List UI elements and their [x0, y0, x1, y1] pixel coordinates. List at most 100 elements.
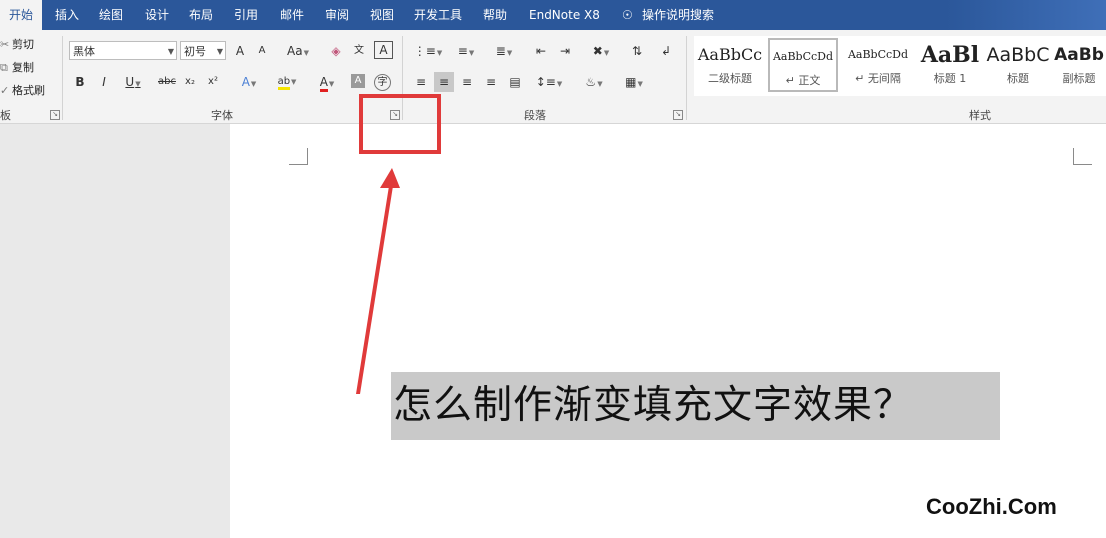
bold-icon: B [75, 75, 85, 89]
clear-formatting-button[interactable]: ◈ [327, 41, 345, 61]
tab-endnote[interactable]: EndNote X8 [529, 0, 600, 30]
strikethrough-button[interactable]: abc [157, 72, 177, 92]
align-center-button[interactable]: ≡ [434, 72, 454, 92]
brush-icon: ✓ [0, 84, 10, 97]
style-name: 标题 1 [933, 72, 967, 85]
chevron-down-icon: ▼ [603, 49, 610, 57]
distributed-button[interactable]: ▤ [506, 72, 524, 92]
phonetic-guide-icon: 文 [354, 45, 364, 56]
tab-mailings[interactable]: 邮件 [280, 0, 304, 30]
align-left-icon: ≡ [415, 75, 427, 89]
eraser-icon: ◈ [331, 44, 341, 58]
font-family-value: 黑体 [73, 45, 95, 58]
page-corner-mark [289, 148, 308, 165]
style-no-spacing[interactable]: AaBbCcDd ↵ 无间隔 [842, 38, 914, 92]
styles-gallery: AaBbCc 二级标题 AaBbCcDd ↵ 正文 AaBbCcDd ↵ 无间隔 Aa… [694, 36, 1106, 96]
phonetic-guide-button[interactable]: 文 [350, 41, 368, 61]
style-name: 二级标题 [708, 72, 752, 85]
ribbon-tab-bar: 开始 插入 绘图 设计 布局 引用 邮件 审阅 视图 开发工具 帮助 EndNo… [0, 0, 1106, 30]
style-preview: AaBl [920, 42, 980, 68]
paragraph-dialog-launcher[interactable]: ↘ [673, 110, 683, 120]
format-painter-button[interactable]: ✓ 格式刷 [0, 82, 45, 98]
decrease-indent-button[interactable]: ⇤ [532, 41, 550, 61]
style-name: 副标题 [1062, 72, 1096, 85]
superscript-icon: x² [208, 76, 218, 87]
italic-button[interactable]: I [96, 72, 112, 92]
tell-me-search[interactable]: ☉ 操作说明搜索 [622, 0, 714, 30]
decrease-indent-icon: ⇤ [535, 44, 547, 58]
shading-button[interactable]: ♨▼ [578, 72, 610, 92]
borders-icon: ▦ [625, 75, 637, 89]
character-shading-button[interactable]: A [351, 74, 365, 88]
tab-home[interactable]: 开始 [0, 0, 42, 30]
superscript-button[interactable]: x² [205, 72, 221, 92]
justify-button[interactable]: ≡ [482, 72, 500, 92]
show-marks-button[interactable]: ↲ [656, 41, 676, 61]
style-name: ↵ 正文 [785, 74, 821, 87]
tab-insert[interactable]: 插入 [55, 0, 79, 30]
chinese-layout-icon: ✖ [592, 44, 603, 58]
grow-font-button[interactable]: A [232, 41, 248, 61]
text-effects-button[interactable]: A▼ [234, 72, 264, 92]
tab-review[interactable]: 审阅 [325, 0, 349, 30]
numbering-button[interactable]: ≡▼ [450, 41, 482, 61]
chinese-layout-button[interactable]: ✖▼ [586, 41, 616, 61]
chevron-down-icon: ▼ [597, 80, 603, 88]
tab-references[interactable]: 引用 [234, 0, 258, 30]
tab-help[interactable]: 帮助 [483, 0, 507, 30]
highlight-icon: ab [277, 76, 291, 90]
shrink-font-button[interactable]: A [255, 41, 269, 61]
tab-draw[interactable]: 绘图 [99, 0, 123, 30]
change-case-icon: Aa [287, 44, 303, 58]
bold-button[interactable]: B [72, 72, 88, 92]
cut-button[interactable]: ✂ 剪切 [0, 36, 34, 52]
cut-label: 剪切 [12, 38, 34, 51]
font-color-button[interactable]: A▼ [310, 72, 344, 92]
paragraph-mark-icon: ↲ [660, 44, 672, 58]
align-right-button[interactable]: ≡ [458, 72, 476, 92]
document-page[interactable] [230, 124, 1106, 538]
sort-button[interactable]: ⇅ [628, 41, 646, 61]
document-title[interactable]: 怎么制作渐变填充文字效果？ [393, 380, 913, 432]
font-family-select[interactable]: 黑体 ▼ [69, 41, 177, 60]
underline-button[interactable]: U▼ [119, 72, 147, 92]
annotation-highlight-box [359, 94, 441, 154]
clipboard-dialog-launcher[interactable]: ↘ [50, 110, 60, 120]
change-case-button[interactable]: Aa▼ [282, 41, 314, 61]
italic-icon: I [102, 75, 106, 89]
grow-font-icon: A [235, 44, 245, 58]
subscript-button[interactable]: x₂ [182, 72, 198, 92]
style-heading2[interactable]: AaBbCc 二级标题 [696, 38, 764, 92]
style-preview: AaBbC [986, 44, 1050, 66]
character-border-button[interactable]: A [374, 41, 393, 59]
tab-design[interactable]: 设计 [145, 0, 169, 30]
multilevel-list-button[interactable]: ≣▼ [488, 41, 520, 61]
chevron-down-icon: ▼ [436, 49, 443, 57]
bullets-button[interactable]: ⋮≡▼ [412, 41, 444, 61]
tab-view[interactable]: 视图 [370, 0, 394, 30]
page-corner-mark [1073, 148, 1092, 165]
tab-layout[interactable]: 布局 [189, 0, 213, 30]
style-subtitle[interactable]: AaBb 副标题 [1052, 38, 1106, 92]
underline-icon: U [125, 75, 135, 89]
tab-developer[interactable]: 开发工具 [414, 0, 462, 30]
lightbulb-icon: ☉ [622, 8, 633, 22]
style-normal[interactable]: AaBbCcDd ↵ 正文 [768, 38, 838, 92]
clipboard-group-label: 板 [0, 109, 11, 122]
font-size-value: 初号 [184, 45, 206, 58]
chevron-down-icon: ▼ [303, 49, 309, 57]
highlight-color-button[interactable]: ab▼ [270, 72, 304, 92]
borders-button[interactable]: ▦▼ [618, 72, 650, 92]
bullet-list-icon: ⋮≡ [413, 44, 436, 58]
style-title[interactable]: AaBbC 标题 [984, 38, 1052, 92]
copy-button[interactable]: ⧉ 复制 [0, 59, 34, 75]
enclose-characters-button[interactable]: 字 [374, 74, 391, 91]
style-name: ↵ 无间隔 [855, 72, 901, 85]
align-left-button[interactable]: ≡ [412, 72, 430, 92]
line-spacing-button[interactable]: ↕≡▼ [533, 72, 565, 92]
align-center-icon: ≡ [438, 75, 450, 89]
chevron-down-icon: ▼ [556, 80, 563, 88]
increase-indent-button[interactable]: ⇥ [556, 41, 574, 61]
style-heading1[interactable]: AaBl 标题 1 [916, 38, 984, 92]
font-size-select[interactable]: 初号 ▼ [180, 41, 226, 60]
